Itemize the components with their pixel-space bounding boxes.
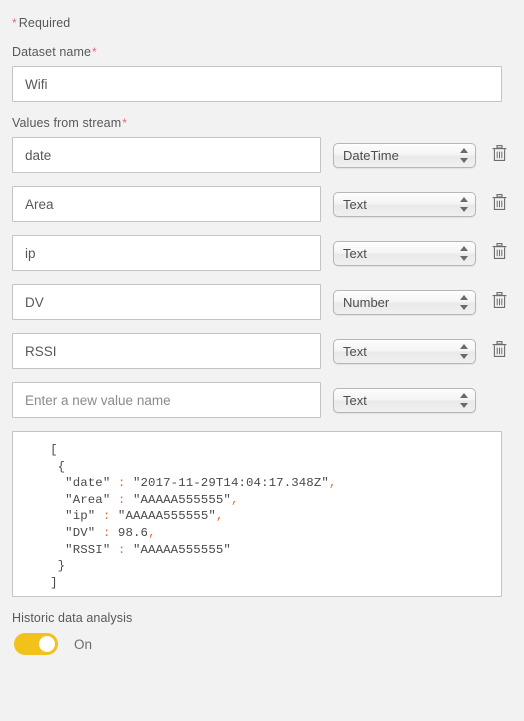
value-row: Text [12, 382, 498, 418]
historic-data-analysis-label: Historic data analysis [12, 611, 133, 625]
json-preview-box[interactable]: [ { "date" : "2017-11-29T14:04:17.348Z",… [12, 431, 502, 597]
value-type-select-value: DateTime [333, 142, 476, 168]
dataset-form-page: *Required Dataset name* Values from stre… [0, 0, 524, 721]
trash-icon [492, 292, 507, 312]
required-note-text: Required [18, 16, 71, 30]
historic-data-analysis-toggle[interactable] [14, 633, 58, 655]
value-type-select-value: Text [333, 338, 476, 364]
trash-icon [492, 194, 507, 214]
historic-data-analysis-state: On [74, 636, 93, 652]
delete-value-button[interactable] [490, 144, 508, 166]
dataset-name-required-asterisk: * [92, 45, 97, 59]
value-row: Text [12, 235, 506, 271]
trash-icon [492, 243, 507, 263]
value-type-select-value: Number [333, 289, 476, 315]
value-row: Text [12, 333, 506, 369]
value-type-select-value: Text [333, 387, 476, 413]
value-type-select[interactable]: Number [333, 289, 476, 315]
value-type-select-value: Text [333, 240, 476, 266]
trash-icon [492, 341, 507, 361]
value-type-select[interactable]: DateTime [333, 142, 476, 168]
dataset-name-input[interactable] [12, 66, 502, 102]
trash-icon [492, 145, 507, 165]
delete-value-button[interactable] [490, 193, 508, 215]
json-preview-code: [ { "date" : "2017-11-29T14:04:17.348Z",… [50, 443, 337, 590]
values-from-stream-required-asterisk: * [122, 116, 128, 130]
value-type-select[interactable]: Text [333, 387, 476, 413]
delete-value-button[interactable] [490, 340, 508, 362]
required-asterisk: * [12, 16, 17, 30]
values-from-stream-label-text: Values from stream [12, 116, 122, 130]
value-type-select[interactable]: Text [333, 191, 476, 217]
value-row: Text [12, 186, 506, 222]
dataset-name-label-text: Dataset name [12, 45, 92, 59]
toggle-knob [39, 636, 55, 652]
value-name-input[interactable] [12, 186, 321, 222]
delete-value-button[interactable] [490, 291, 508, 313]
value-row: DateTime [12, 137, 506, 173]
value-name-input[interactable] [12, 333, 321, 369]
value-name-input[interactable] [12, 137, 321, 173]
value-name-input[interactable] [12, 284, 321, 320]
value-name-input[interactable] [12, 382, 321, 418]
value-name-input[interactable] [12, 235, 321, 271]
required-note: * Required [8, 0, 498, 31]
delete-value-button[interactable] [490, 242, 508, 264]
value-rows-list: DateTime Text Text Number Text Text [8, 137, 506, 418]
value-type-select[interactable]: Text [333, 240, 476, 266]
values-from-stream-label: Values from stream* [8, 102, 498, 137]
value-row: Number [12, 284, 506, 320]
value-type-select[interactable]: Text [333, 338, 476, 364]
historic-data-analysis-row: On [14, 633, 498, 655]
value-type-select-value: Text [333, 191, 476, 217]
dataset-name-label: Dataset name* [8, 31, 498, 66]
